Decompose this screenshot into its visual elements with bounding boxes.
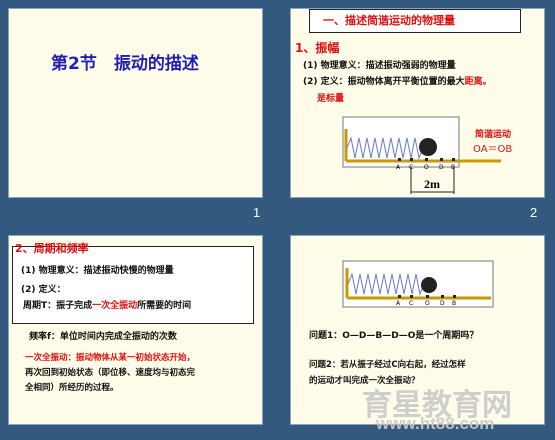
slide-3-line-3: 周期T：振子完成一次全振动所需要的时间	[23, 301, 192, 311]
slide-3[interactable]: 2、周期和频率 (1) 物理意义：描述振动快慢的物理量 (2) 定义： 周期T：…	[8, 235, 263, 425]
slide-2-spring-diagram	[342, 116, 501, 194]
slide-3-line-6: 再次回到初始状态（即位移、速度均与初态完	[25, 368, 196, 378]
emphasis-text: 一次全振动：	[25, 353, 77, 363]
slide-4-mark-d: D	[440, 300, 445, 307]
slide-3-section: 2、周期和频率	[15, 242, 89, 255]
slide-4-mark-b: B	[452, 300, 457, 307]
slide-1[interactable]: 第2节 振动的描述	[8, 8, 263, 198]
slide-4-mark-c: C	[409, 300, 414, 307]
slide-2-mark-a: A	[396, 164, 401, 171]
slide-2-mark-b: B	[451, 164, 456, 171]
slide-3-line-4: 频率f：单位时间内完成全振动的次数	[29, 332, 177, 342]
slide-3-line-7: 全相同）所经历的过程。	[25, 383, 119, 393]
watermark-url: www.ht88.com	[376, 414, 495, 433]
slide-4-mark-a: A	[396, 300, 401, 307]
slide-4-question-2a: 问题2：若从振子经过C向右起，经过怎样	[309, 360, 466, 370]
slide-4-question-1: 问题1：O—D—B—D—O是一个周期吗？	[309, 331, 479, 341]
slide-2-oscillator-ball	[419, 138, 437, 156]
emphasis-text: 一次全振动	[92, 301, 138, 311]
slide-2[interactable]: 一、描述简谐运动的物理量 1、振幅 (1) 物理意义：描述振动强弱的物理量 (2…	[290, 8, 545, 198]
slide-2-number: 2	[530, 205, 538, 220]
slide-3-line-2: (2) 定义：	[21, 285, 66, 295]
slide-1-number: 1	[253, 205, 261, 220]
slide-2-mark-d: D	[439, 164, 444, 171]
slide-4-oscillator-ball	[421, 277, 437, 293]
slide-3-line-5: 一次全振动：振动物体从某一初始状态开始，	[25, 353, 196, 363]
slide-2-mark-o: O	[424, 164, 429, 171]
slide-2-dim-label: 2m	[424, 177, 440, 191]
slide-2-mark-c: C	[409, 164, 414, 171]
slide-4-mark-o: O	[425, 300, 430, 307]
slide-3-line-1: (1) 物理意义：描述振动快慢的物理量	[21, 266, 174, 276]
slide-1-title: 第2节 振动的描述	[51, 54, 199, 74]
